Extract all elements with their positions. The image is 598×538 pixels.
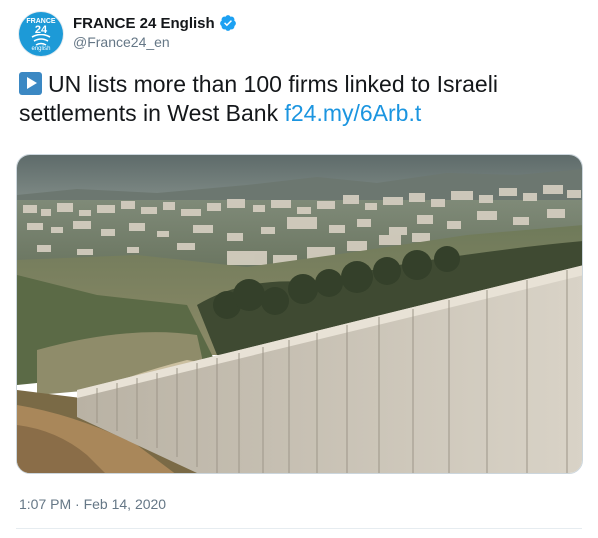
tweet-body: UN lists more than 100 firms linked to I… bbox=[19, 71, 498, 126]
verified-badge-icon bbox=[219, 14, 237, 32]
display-name[interactable]: FRANCE 24 English bbox=[73, 15, 215, 32]
tweet-link[interactable]: f24.my/6Arb.t bbox=[284, 100, 421, 126]
user-handle[interactable]: @France24_en bbox=[73, 34, 170, 50]
broadcast-waves-icon bbox=[31, 34, 51, 46]
avatar[interactable]: FRANCE 24 english bbox=[19, 12, 63, 56]
tweet-card[interactable]: FRANCE 24 english FRANCE 24 English @Fra… bbox=[0, 0, 598, 538]
author-name-row: FRANCE 24 English bbox=[73, 14, 237, 32]
divider bbox=[16, 528, 582, 529]
tweet-photo[interactable] bbox=[16, 154, 583, 474]
logo-line3: english bbox=[31, 46, 51, 52]
tweet-timestamp[interactable]: 1:07 PM · Feb 14, 2020 bbox=[19, 496, 166, 512]
play-button-icon bbox=[19, 72, 42, 95]
separation-wall-photo bbox=[17, 155, 582, 473]
tweet-text: UN lists more than 100 firms linked to I… bbox=[19, 70, 579, 128]
